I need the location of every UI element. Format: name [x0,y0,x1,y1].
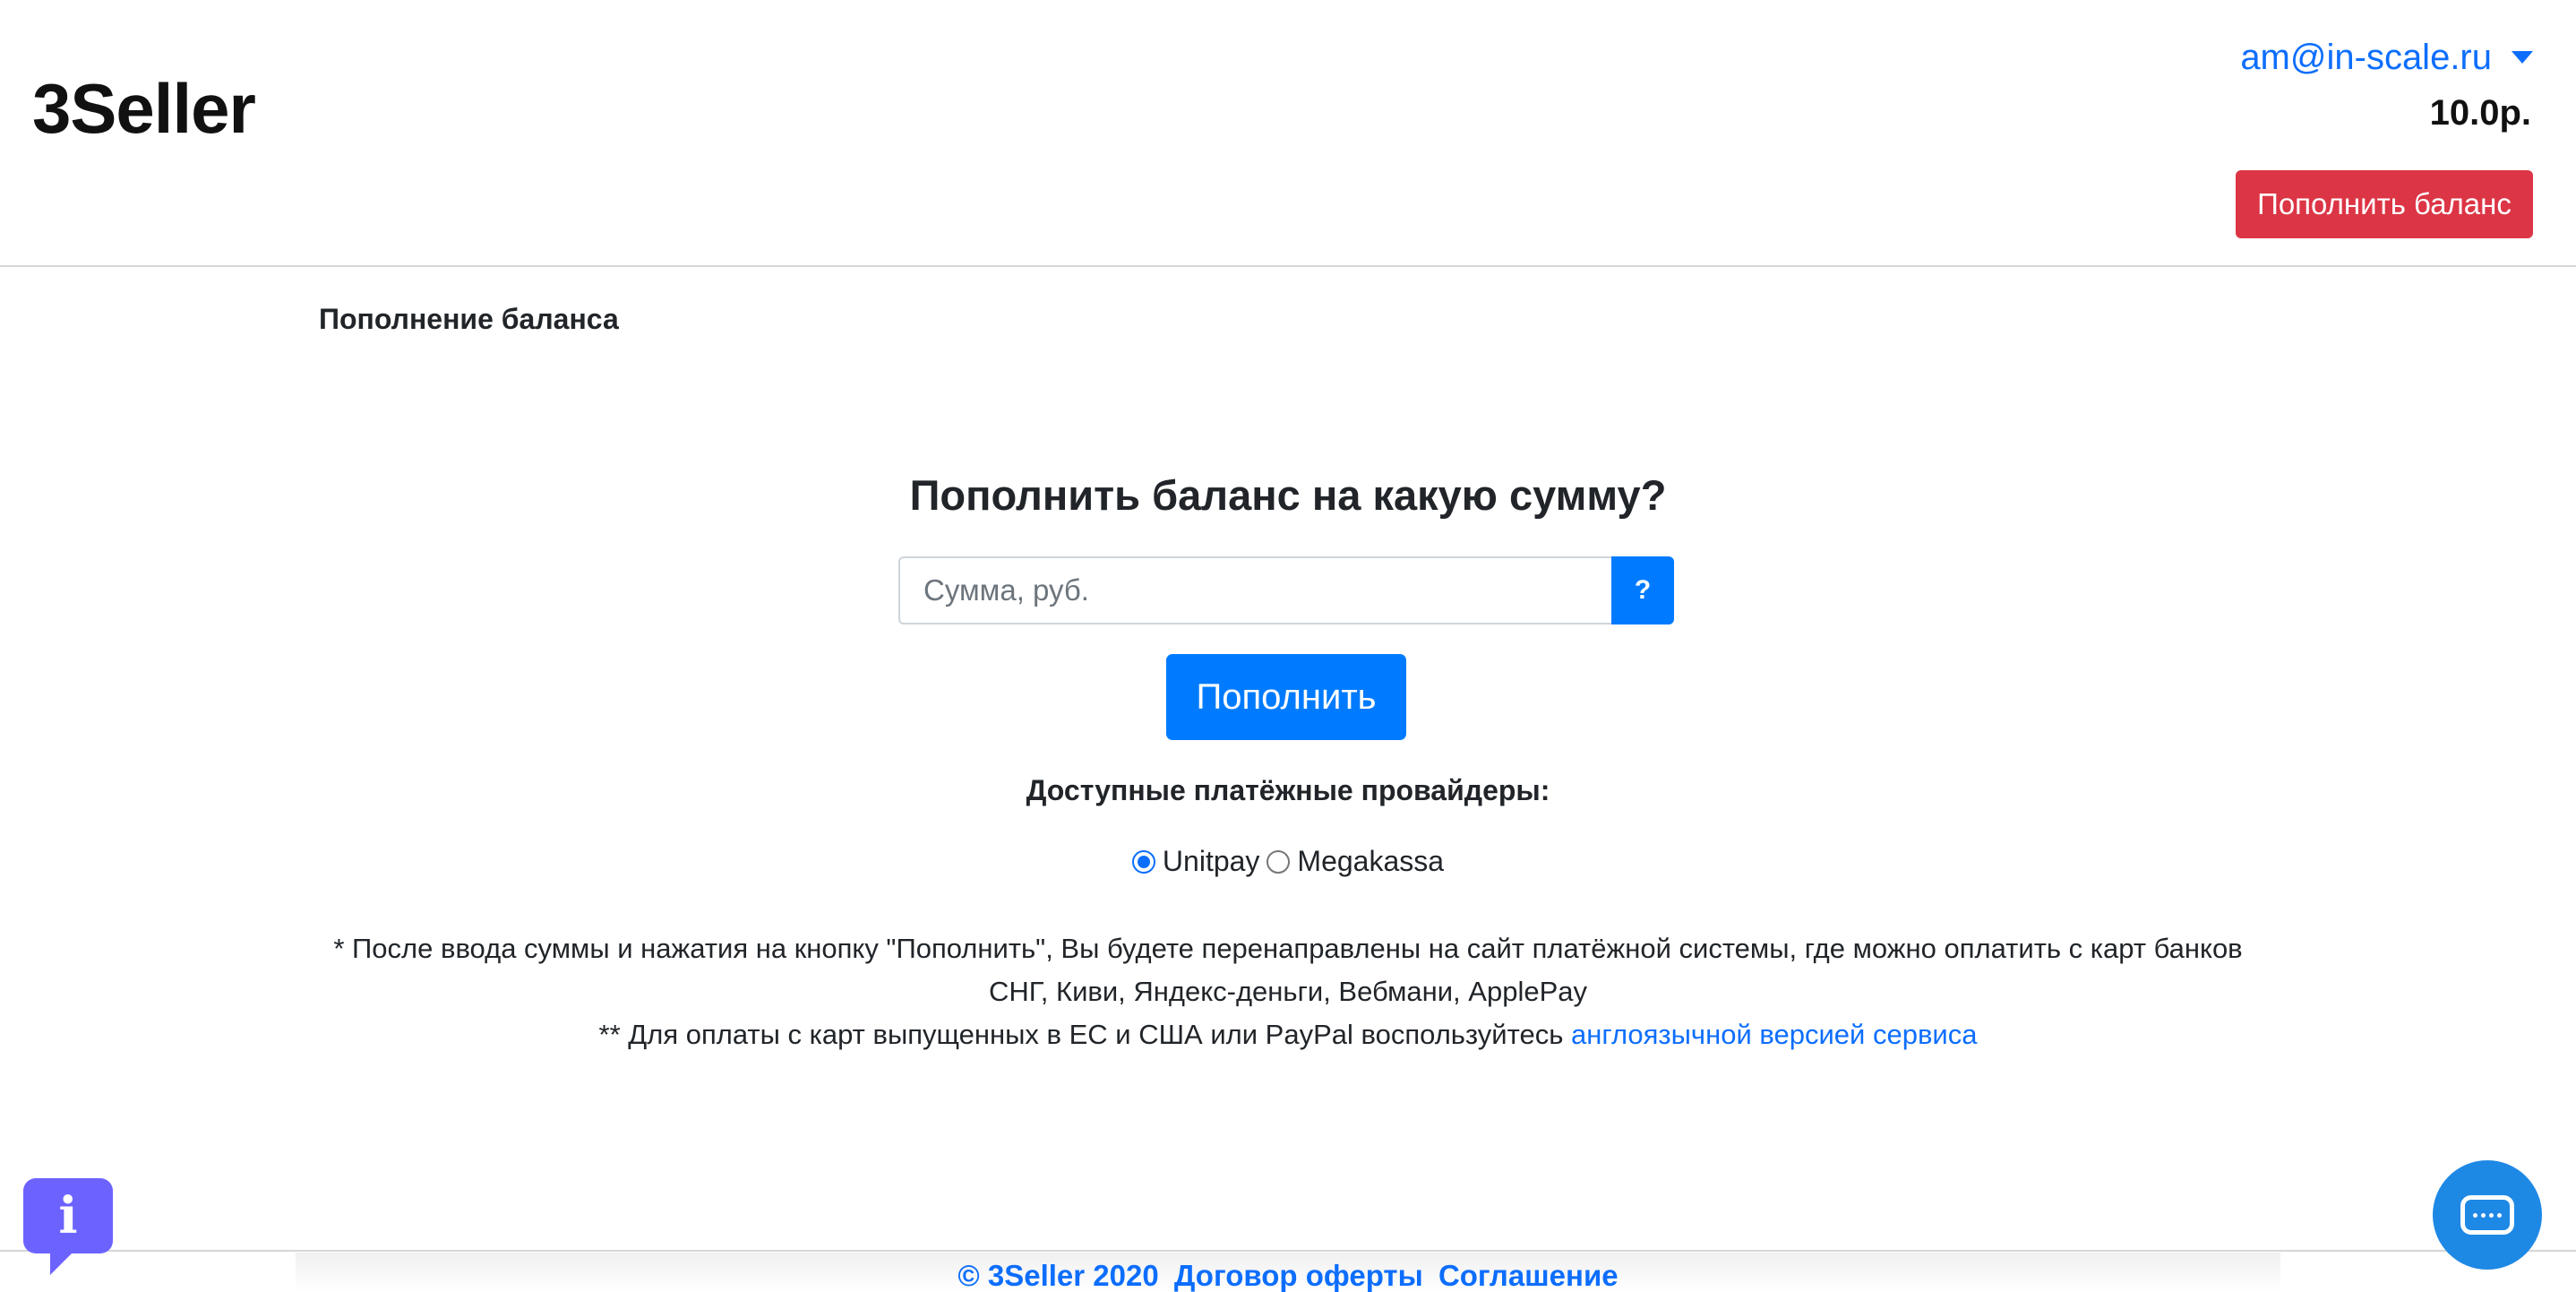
footer-divider [0,1250,2576,1252]
app-logo[interactable]: 3Seller [32,73,256,143]
help-button[interactable]: ? [1611,556,1674,624]
provider-radio-unitpay[interactable] [1131,849,1155,874]
provider-option-megakassa[interactable]: Megakassa [1267,845,1444,878]
note-english-prefix: ** Для оплаты с карт выпущенных в ЕС и С… [598,1019,1564,1050]
topup-balance-button[interactable]: Пополнить баланс [2236,170,2533,238]
payment-notes: * После ввода суммы и нажатия на кнопку … [319,927,2257,1056]
english-version-link[interactable]: англоязычной версией сервиса [1571,1019,1977,1050]
footer: © 3Seller 2020 Договор оферты Соглашение [0,1259,2576,1292]
footer-agreement-link[interactable]: Соглашение [1438,1259,1619,1292]
amount-input[interactable] [898,556,1611,624]
account-balance: 10.0р. [2429,93,2531,133]
chat-icon [2460,1195,2514,1235]
chat-widget-button[interactable] [2433,1160,2542,1270]
provider-label-megakassa: Megakassa [1297,845,1445,877]
footer-copyright: © 3Seller 2020 [957,1259,1159,1292]
user-menu-dropdown[interactable]: am@in-scale.ru [2240,39,2533,75]
amount-input-group: ? [898,556,1674,624]
page-title: Пополнение баланса [319,303,619,335]
footer-offer-link[interactable]: Договор оферты [1174,1259,1423,1292]
amount-question-heading: Пополнить баланс на какую сумму? [909,471,1667,519]
note-redirect: * После ввода суммы и нажатия на кнопку … [333,933,2243,1007]
top-header: 3Seller am@in-scale.ru 10.0р. Пополнить … [0,0,2576,267]
provider-label-unitpay: Unitpay [1162,845,1260,877]
provider-radio-megakassa[interactable] [1267,849,1291,874]
user-email[interactable]: am@in-scale.ru [2240,39,2492,75]
note-english-version: ** Для оплаты с карт выпущенных в ЕС и С… [319,1013,2257,1056]
caret-down-icon[interactable] [2512,51,2533,64]
info-widget-icon[interactable]: i [23,1178,113,1275]
submit-topup-button[interactable]: Пополнить [1166,654,1406,740]
provider-option-unitpay[interactable]: Unitpay [1131,845,1260,878]
providers-title: Доступные платёжные провайдеры: [1026,774,1550,806]
payment-providers: Unitpay Megakassa [0,845,2576,878]
